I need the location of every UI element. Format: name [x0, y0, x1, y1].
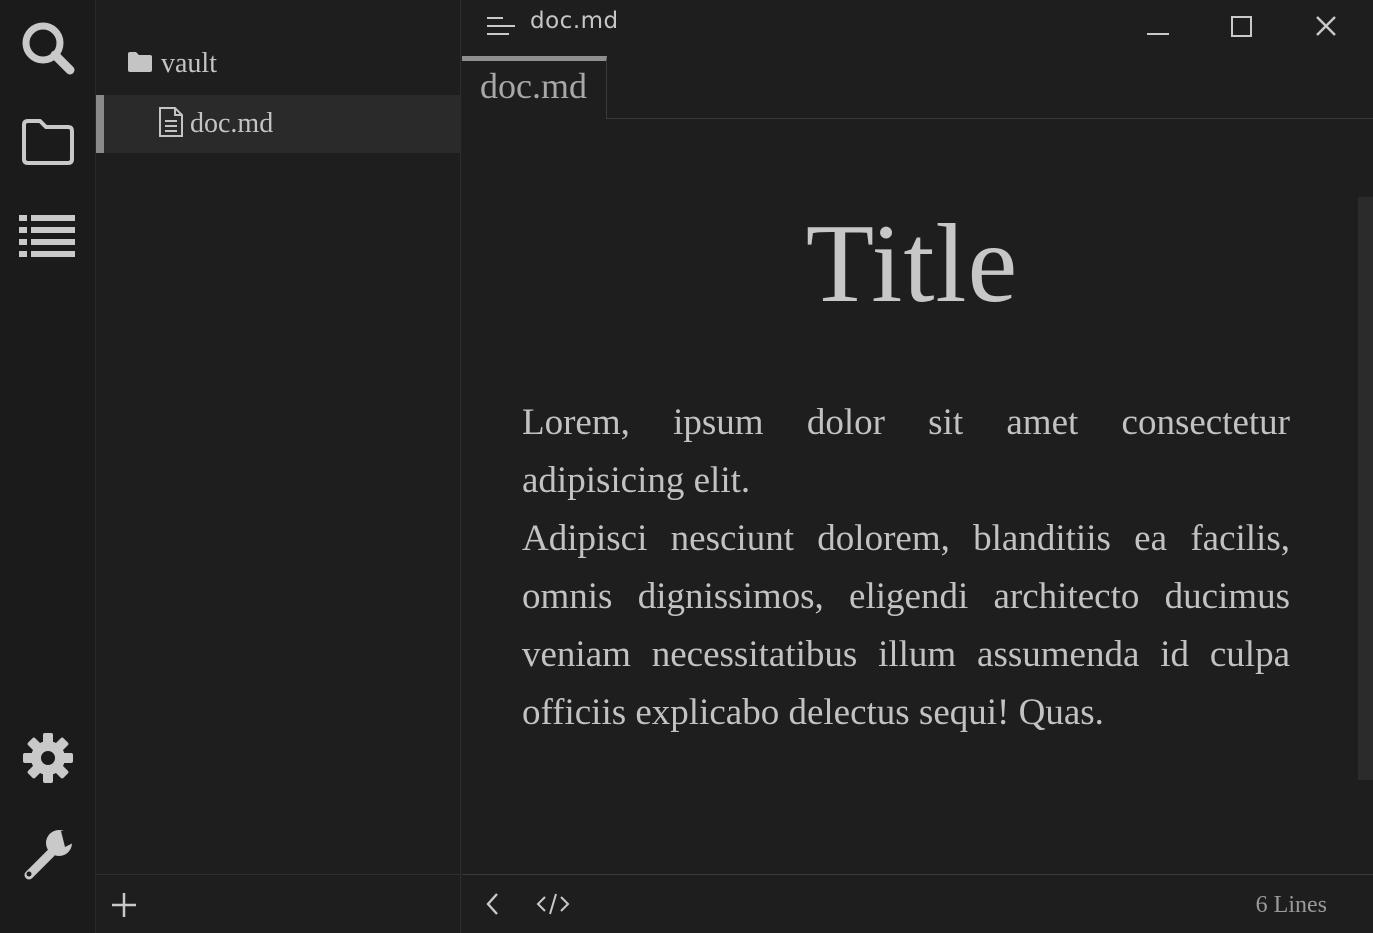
settings-button[interactable] [0, 710, 96, 806]
search-button[interactable] [0, 0, 96, 96]
explorer-button[interactable] [0, 94, 96, 190]
paragraph: Lorem, ipsum dolor sit amet consectetur … [522, 402, 1290, 501]
tab-doc-md[interactable]: doc.md [462, 56, 607, 119]
title-bar: doc.md [462, 0, 1373, 56]
outline-button[interactable] [0, 189, 96, 285]
document-body: Lorem, ipsum dolor sit amet consectetur … [522, 394, 1290, 742]
close-icon [1314, 14, 1338, 43]
tree-file-doc-md[interactable]: doc.md [96, 95, 460, 153]
chevron-left-icon [480, 893, 506, 921]
add-file-button[interactable] [109, 890, 139, 920]
maximize-button[interactable] [1220, 8, 1264, 48]
menu-button[interactable] [486, 15, 516, 37]
line-count: 6 Lines [1255, 892, 1327, 918]
code-icon [536, 893, 570, 921]
paragraph: Adipisci nesciunt dolorem, blanditiis ea… [522, 518, 1290, 733]
activity-bar [0, 0, 96, 933]
tab-label: doc.md [480, 66, 587, 106]
menu-lines-icon [486, 17, 516, 41]
sidebar-footer [96, 874, 460, 933]
wrench-icon [21, 827, 75, 881]
scrollbar[interactable] [1358, 197, 1373, 780]
list-icon [19, 214, 77, 260]
window-title: doc.md [530, 8, 619, 34]
tab-strip: doc.md [462, 56, 1373, 119]
document-icon [158, 106, 184, 142]
tree-folder-vault[interactable]: vault [96, 36, 460, 92]
document-view[interactable]: Title Lorem, ipsum dolor sit amet consec… [462, 120, 1373, 874]
file-explorer: vault doc.md [96, 0, 461, 933]
back-button[interactable] [480, 891, 506, 917]
tools-button[interactable] [0, 806, 96, 902]
file-label: doc.md [190, 108, 274, 139]
folder-filled-icon [127, 51, 153, 78]
gear-icon [22, 732, 74, 784]
plus-icon [109, 893, 139, 924]
minimize-button[interactable] [1136, 8, 1180, 48]
editor-pane: doc.md doc.md Title Lorem, ipsum dolor s… [462, 0, 1373, 933]
source-toggle-button[interactable] [536, 891, 570, 917]
close-button[interactable] [1304, 8, 1348, 48]
minimize-icon [1146, 14, 1170, 43]
app-window: vault doc.md doc.md doc.md Title Lorem, … [0, 0, 1373, 933]
folder-label: vault [161, 48, 217, 79]
maximize-icon [1230, 14, 1254, 43]
status-bar: 6 Lines [462, 874, 1373, 933]
document-title: Title [805, 202, 1019, 326]
folder-icon [20, 117, 76, 167]
search-icon [19, 19, 77, 77]
